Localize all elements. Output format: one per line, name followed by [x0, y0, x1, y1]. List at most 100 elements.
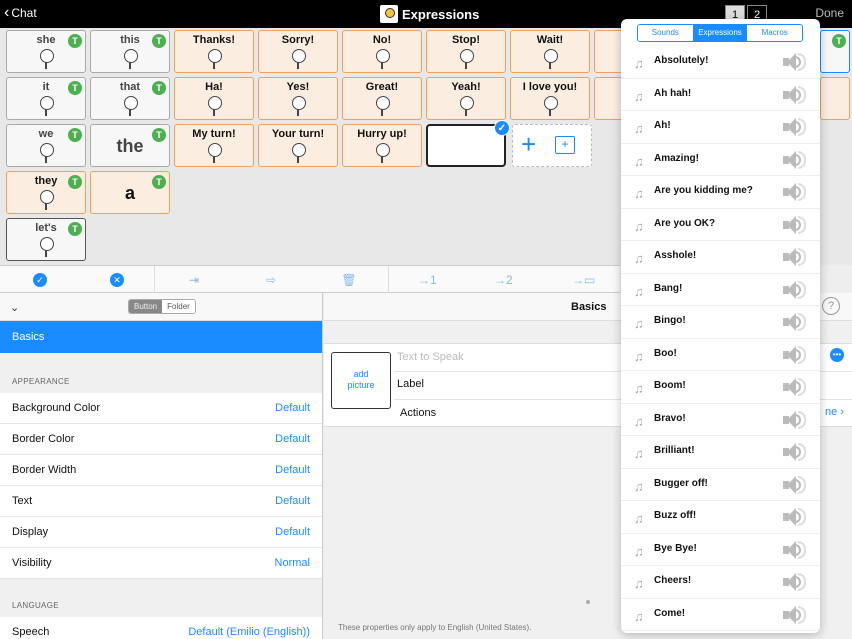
display-row[interactable]: Display Default — [0, 517, 322, 548]
expression-item[interactable]: ♫ Come! — [621, 599, 820, 631]
expression-item[interactable]: ♫ Boom! — [621, 371, 820, 404]
grid-button[interactable]: No! — [342, 30, 422, 73]
speaker-icon[interactable] — [783, 182, 807, 202]
grid-button[interactable]: let's T — [6, 218, 86, 261]
expression-item[interactable]: ♫ Bang! — [621, 274, 820, 306]
speaker-icon[interactable] — [783, 215, 807, 235]
expression-item[interactable]: ♫ Are you OK? — [621, 209, 820, 241]
border-color-row[interactable]: Border Color Default — [0, 424, 322, 455]
speaker-icon[interactable] — [783, 507, 807, 527]
text-row[interactable]: Text Default — [0, 486, 322, 517]
back-button[interactable]: ‹ Chat — [4, 5, 37, 21]
speaker-icon[interactable] — [783, 605, 807, 625]
grid-button[interactable]: Your turn! — [258, 124, 338, 167]
add-button-icon[interactable]: + — [521, 131, 536, 157]
done-button[interactable]: Done — [815, 6, 844, 20]
expression-item[interactable]: ♫ Bravo! — [621, 404, 820, 436]
move-to-page-2-icon[interactable]: →2 — [494, 272, 513, 288]
add-picture-button[interactable]: add picture — [331, 352, 391, 409]
speech-row[interactable]: Speech Default (Emilio (English)) — [0, 617, 322, 639]
grid-button[interactable]: it T — [6, 77, 86, 120]
speaker-icon[interactable] — [783, 442, 807, 462]
grid-button[interactable]: Yes! — [258, 77, 338, 120]
expression-item[interactable]: ♫ Buzz off! — [621, 501, 820, 534]
export-icon[interactable]: ⇨ — [262, 272, 280, 288]
grid-button-partial[interactable]: T — [820, 30, 850, 73]
grid-button[interactable]: this T — [90, 30, 170, 73]
expression-item[interactable]: ♫ Absolutely! — [621, 46, 820, 79]
grid-button[interactable]: My turn! — [174, 124, 254, 167]
speaker-icon[interactable] — [783, 247, 807, 267]
background-color-row[interactable]: Background Color Default — [0, 393, 322, 424]
tab-sounds[interactable]: Sounds — [638, 25, 693, 41]
expression-item[interactable]: ♫ Asshole! — [621, 241, 820, 274]
speaker-icon[interactable] — [783, 150, 807, 170]
grid-button[interactable]: we T — [6, 124, 86, 167]
speaker-icon[interactable] — [783, 52, 807, 72]
segment-folder[interactable]: Folder — [162, 300, 195, 313]
grid-button[interactable]: they T — [6, 171, 86, 214]
speaker-icon[interactable] — [783, 410, 807, 430]
speaker-icon[interactable] — [783, 540, 807, 560]
basics-row[interactable]: Basics — [0, 321, 322, 353]
move-to-folder-icon[interactable]: →▭ — [572, 272, 595, 288]
grid-button-partial[interactable] — [820, 77, 850, 120]
button-folder-toggle[interactable]: Button Folder — [128, 299, 196, 314]
grid-button[interactable]: Thanks! — [174, 30, 254, 73]
grid-button-partial[interactable] — [594, 77, 624, 120]
text-badge-icon: T — [68, 222, 82, 236]
help-icon[interactable]: ? — [822, 297, 840, 315]
expression-item[interactable]: ♫ Bye Bye! — [621, 534, 820, 566]
select-check-icon[interactable]: ✓ — [33, 273, 47, 287]
grid-button[interactable]: that T — [90, 77, 170, 120]
expression-item[interactable]: ♫ Are you kidding me? — [621, 176, 820, 209]
grid-button[interactable]: Yeah! — [426, 77, 506, 120]
chevron-down-icon[interactable]: ⌄ — [10, 301, 19, 314]
visibility-row[interactable]: Visibility Normal — [0, 548, 322, 579]
speaker-icon[interactable] — [783, 475, 807, 495]
speaker-icon[interactable] — [783, 345, 807, 365]
move-to-page-1-icon[interactable]: →1 — [418, 272, 437, 288]
expression-item[interactable]: ♫ Amazing! — [621, 144, 820, 176]
speaker-icon[interactable] — [783, 377, 807, 397]
grid-button[interactable]: I love you! — [510, 77, 590, 120]
music-note-icon: ♫ — [634, 413, 644, 429]
segment-button[interactable]: Button — [129, 300, 163, 313]
actions-row[interactable]: Actions — [400, 407, 436, 419]
expression-item[interactable]: ♫ Bingo! — [621, 306, 820, 339]
grid-button[interactable]: Ha! — [174, 77, 254, 120]
expression-item[interactable]: ♫ Ah! — [621, 111, 820, 144]
speaker-icon[interactable] — [783, 312, 807, 332]
speaker-icon[interactable] — [783, 572, 807, 592]
border-width-row[interactable]: Border Width Default — [0, 455, 322, 486]
expression-item[interactable]: ♫ Brilliant! — [621, 436, 820, 469]
grid-button[interactable]: Sorry! — [258, 30, 338, 73]
tab-expressions[interactable]: Expressions — [692, 25, 748, 41]
add-folder-icon[interactable]: + — [555, 136, 575, 154]
tab-macros[interactable]: Macros — [747, 25, 802, 41]
label-field[interactable]: Label — [397, 378, 424, 390]
import-icon[interactable]: ⇥ — [185, 272, 203, 288]
trash-icon[interactable]: 🗑 — [340, 272, 358, 288]
speaker-icon[interactable] — [783, 117, 807, 137]
grid-button[interactable]: the T — [90, 124, 170, 167]
speech-bubble-icon[interactable]: ••• — [830, 348, 844, 362]
page-dot — [586, 600, 590, 604]
actions-value-link[interactable]: ne › — [825, 406, 844, 418]
expression-item[interactable]: ♫ Bugger off! — [621, 469, 820, 501]
expression-item[interactable]: ♫ Boo! — [621, 339, 820, 371]
speaker-icon[interactable] — [783, 280, 807, 300]
expression-item[interactable]: ♫ Cheers! — [621, 566, 820, 599]
grid-button-partial[interactable] — [594, 30, 624, 73]
grid-button[interactable]: Hurry up! — [342, 124, 422, 167]
grid-button[interactable]: aT — [90, 171, 170, 214]
grid-button[interactable]: Great! — [342, 77, 422, 120]
grid-button[interactable]: Stop! — [426, 30, 506, 73]
expression-item[interactable]: ♫ Ah hah! — [621, 79, 820, 111]
selected-empty-button[interactable]: ✓ — [426, 120, 510, 167]
text-to-speak-field[interactable]: Text to Speak — [397, 351, 464, 363]
speaker-icon[interactable] — [783, 85, 807, 105]
deselect-icon[interactable]: ✕ — [110, 273, 124, 287]
grid-button[interactable]: she T — [6, 30, 86, 73]
grid-button[interactable]: Wait! — [510, 30, 590, 73]
